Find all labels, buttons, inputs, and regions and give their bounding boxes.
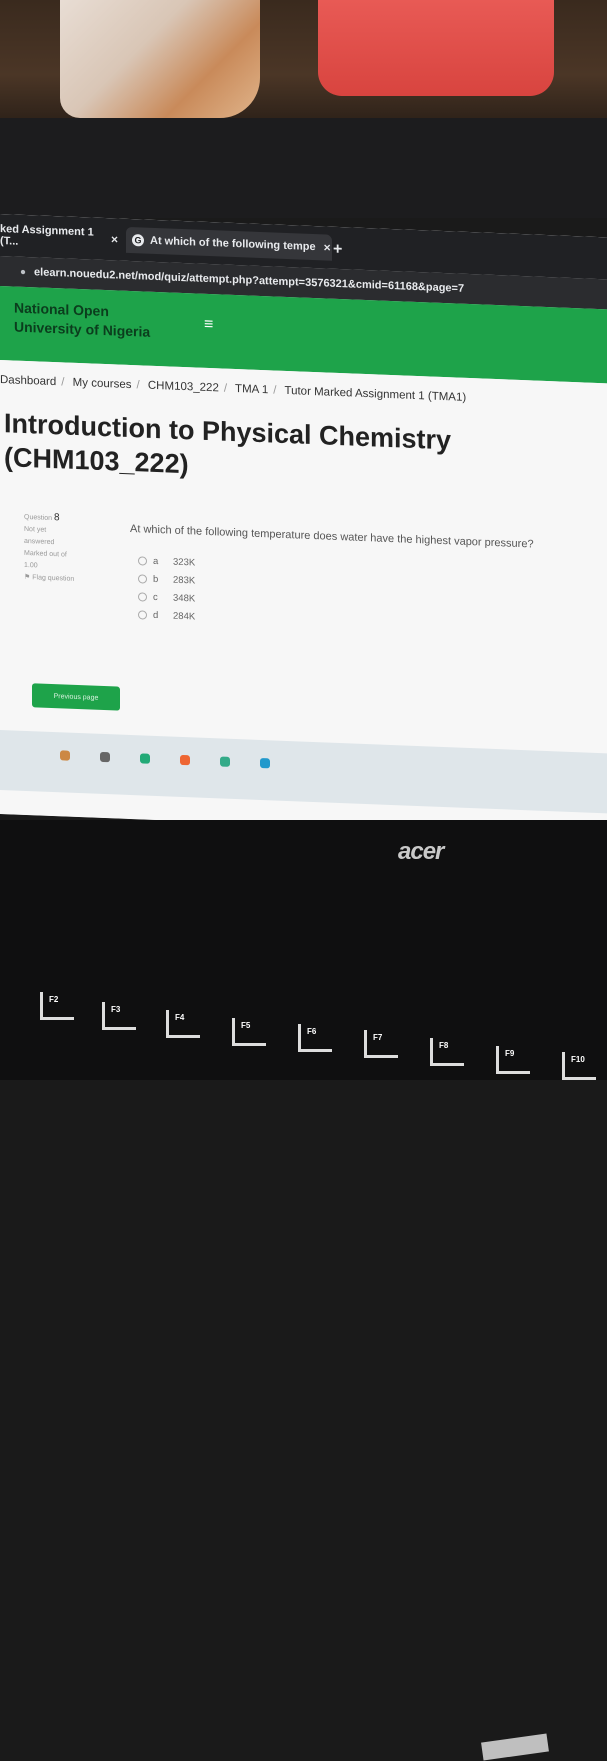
tab-title: At which of the following tempe xyxy=(150,234,316,254)
key-f9[interactable]: F9 xyxy=(496,1046,530,1074)
key-f8[interactable]: F8 xyxy=(430,1038,464,1066)
google-icon: G xyxy=(132,234,144,247)
previous-page-button[interactable]: Previous page xyxy=(32,683,120,711)
key-f2[interactable]: F2 xyxy=(40,992,74,1020)
page-content: Dashboard / My courses / CHM103_222/ TMA 1… xyxy=(0,360,607,838)
laptop-screen: ked Assignment 1 (T... × G At which of t… xyxy=(0,214,607,838)
flag-icon: ⚑ xyxy=(24,573,31,582)
radio-button[interactable] xyxy=(138,574,147,584)
question-info: Question 8 Not yet answered Marked out o… xyxy=(24,511,104,634)
breadcrumb: Dashboard / My courses / CHM103_222/ TMA 1… xyxy=(0,374,467,404)
radio-button[interactable] xyxy=(138,556,147,566)
laptop-bezel xyxy=(0,118,607,298)
taskbar xyxy=(0,730,607,814)
key-f7[interactable]: F7 xyxy=(364,1030,398,1058)
fabric-right xyxy=(318,0,554,96)
app-icon[interactable] xyxy=(140,753,150,764)
option-a[interactable]: a 323K xyxy=(138,555,195,568)
breadcrumb-course[interactable]: CHM103_222 xyxy=(148,380,219,395)
breadcrumb-tma[interactable]: TMA 1 xyxy=(235,383,268,396)
key-f4[interactable]: F4 xyxy=(166,1010,200,1038)
app-icon[interactable] xyxy=(260,757,270,769)
flag-question[interactable]: ⚑ Flag question xyxy=(24,572,104,587)
radio-button[interactable] xyxy=(138,610,147,620)
new-tab-icon[interactable]: + xyxy=(333,241,342,259)
task-view-icon[interactable] xyxy=(100,751,110,763)
key-f3[interactable]: F3 xyxy=(102,1002,136,1030)
close-tab-icon[interactable]: × xyxy=(324,240,331,254)
option-d[interactable]: d 284K xyxy=(138,609,195,622)
browser-tab-question[interactable]: G At which of the following tempe × xyxy=(126,226,332,261)
breadcrumb-dashboard[interactable]: Dashboard xyxy=(0,374,56,388)
laptop-sticker xyxy=(481,1733,549,1761)
page-title: Introduction to Physical Chemistry (CHM1… xyxy=(4,406,564,496)
question-label: Question xyxy=(24,513,53,522)
lock-icon: ● xyxy=(20,266,27,278)
tab-title: ked Assignment 1 (T... xyxy=(0,223,94,248)
close-tab-icon[interactable]: × xyxy=(111,232,118,246)
logo-line2: University of Nigeria xyxy=(14,318,151,340)
question-text: At which of the following temperature do… xyxy=(130,522,534,551)
browser-tab-assignment[interactable]: ked Assignment 1 (T... × xyxy=(0,222,118,253)
site-logo[interactable]: National Open University of Nigeria xyxy=(14,299,150,342)
chrome-icon[interactable] xyxy=(220,756,230,767)
key-f5[interactable]: F5 xyxy=(232,1018,266,1046)
search-icon[interactable] xyxy=(60,750,70,761)
menu-icon[interactable]: ≡ xyxy=(204,316,213,334)
key-f10[interactable]: F10 xyxy=(562,1052,596,1080)
breadcrumb-my-courses[interactable]: My courses xyxy=(73,377,132,391)
key-f6[interactable]: F6 xyxy=(298,1024,332,1052)
option-b[interactable]: b 283K xyxy=(138,573,195,586)
app-icon[interactable] xyxy=(180,754,190,766)
radio-button[interactable] xyxy=(138,592,147,602)
fabric-left xyxy=(60,0,260,118)
question-number: 8 xyxy=(53,512,60,524)
acer-logo: acer xyxy=(398,838,444,865)
breadcrumb-assignment[interactable]: Tutor Marked Assignment 1 (TMA1) xyxy=(284,385,466,404)
option-c[interactable]: c 348K xyxy=(138,591,195,604)
